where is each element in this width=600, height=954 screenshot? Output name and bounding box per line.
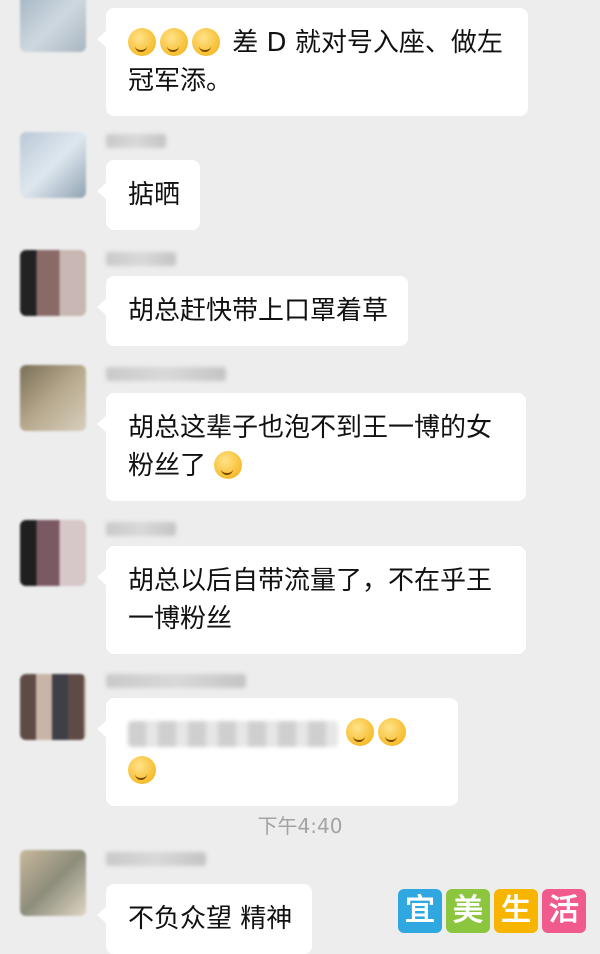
emoji-grin-icon (128, 756, 156, 784)
emoji-grin-icon (346, 718, 375, 746)
message-text: 不负众望 精神 (128, 904, 293, 934)
chat-timestamp: 下午4:40 (257, 814, 343, 838)
emoji-laugh-cry-icon (214, 451, 243, 479)
sender-name (106, 852, 206, 866)
emoji-grin-icon (192, 28, 220, 56)
watermark-char: 宜 (398, 889, 442, 933)
avatar[interactable] (20, 674, 86, 740)
sender-name (106, 367, 226, 381)
sender-name (106, 522, 176, 536)
message-bubble: 胡总赶快带上口罩着草 (96, 276, 409, 346)
message-text: 胡总这辈子也泡不到王一博的女粉丝了 (128, 413, 493, 481)
emoji-grin-icon (378, 718, 407, 746)
sender-name (106, 252, 176, 266)
blurred-text (128, 721, 338, 747)
message-bubble: 不负众望 精神 (96, 884, 313, 954)
watermark-char: 美 (446, 889, 490, 933)
avatar[interactable] (20, 0, 86, 52)
avatar[interactable] (20, 520, 86, 586)
avatar[interactable] (20, 365, 86, 431)
avatar[interactable] (20, 132, 86, 198)
emoji-grin-icon (128, 28, 156, 56)
watermark-char: 活 (542, 889, 586, 933)
emoji-grin-icon (160, 28, 188, 56)
message-bubble: 差 D 就对号入座、做左冠军添。 (97, 8, 528, 116)
avatar[interactable] (20, 250, 86, 316)
message-bubble: 胡总以后自带流量了，不在乎王一博粉丝 (97, 546, 526, 654)
message-text: 掂晒 (128, 180, 181, 210)
message-bubble (97, 698, 458, 806)
sender-name (106, 674, 246, 688)
message-bubble: 掂晒 (96, 160, 201, 230)
message-bubble: 胡总这辈子也泡不到王一博的女粉丝了 (97, 393, 526, 501)
watermark-logo: 宜 美 生 活 (398, 889, 586, 933)
watermark-char: 生 (494, 889, 538, 933)
avatar[interactable] (20, 850, 86, 916)
message-text: 胡总以后自带流量了，不在乎王一博粉丝 (128, 566, 493, 634)
sender-name (106, 134, 166, 148)
message-text: 胡总赶快带上口罩着草 (128, 296, 389, 326)
